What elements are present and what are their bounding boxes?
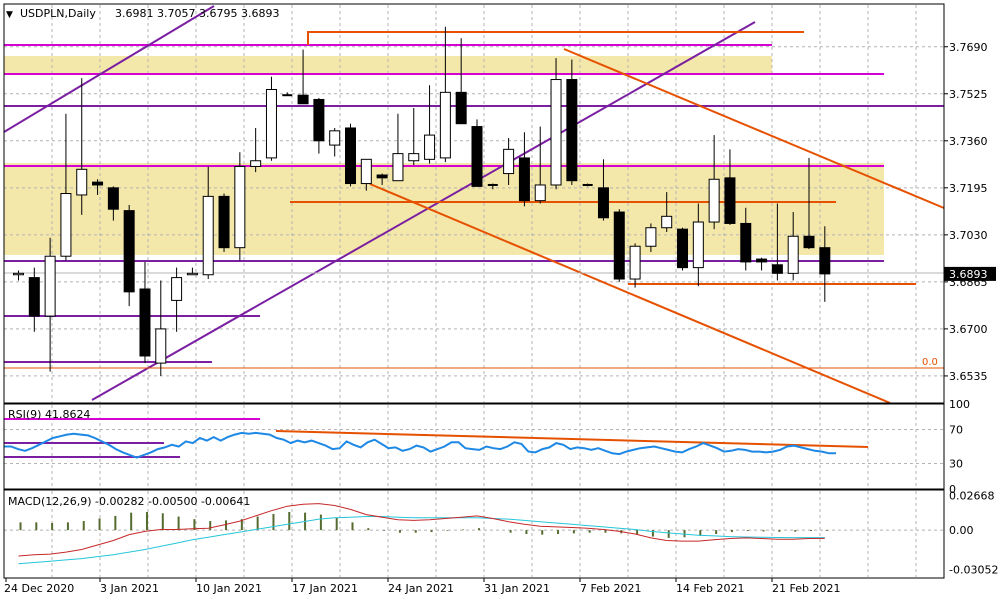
candle-body: [139, 288, 151, 357]
y-tick-label: 3.7030: [949, 229, 988, 242]
y-tick-label: 3.7360: [949, 135, 988, 148]
x-tick-label: 24 Dec 2020: [4, 582, 74, 595]
candle-body: [392, 153, 404, 182]
candle-body: [692, 221, 704, 269]
candle-body: [803, 235, 815, 249]
candle-body: [629, 245, 641, 280]
macd-tick-label: 0.02668: [949, 490, 995, 503]
candle-body: [76, 168, 88, 196]
rsi-tick-label: 30: [949, 458, 963, 471]
candle-body: [408, 153, 420, 162]
candle[interactable]: [218, 193, 230, 252]
candle-body: [550, 79, 562, 186]
candle[interactable]: [345, 123, 357, 187]
candle-body: [424, 134, 436, 160]
candle-body: [518, 157, 530, 202]
candle[interactable]: [582, 183, 593, 187]
candle[interactable]: [677, 227, 689, 271]
candle-body: [155, 328, 167, 364]
macd-title: MACD(12,26,9) -0.00282 -0.00500 -0.00641: [8, 495, 250, 508]
rsi-tick-label: 70: [949, 424, 963, 437]
candle-body: [297, 94, 309, 105]
candle-body: [439, 91, 451, 159]
x-tick-label: 3 Jan 2021: [100, 582, 159, 595]
candle-body: [677, 228, 689, 269]
candle-body: [265, 89, 277, 159]
candle-body: [13, 272, 24, 276]
candle-body: [819, 247, 831, 275]
rsi-tick-label: 100: [949, 398, 970, 411]
candle[interactable]: [613, 209, 625, 282]
symbol-title: USDPLN,Daily: [20, 7, 96, 20]
x-tick-label: 10 Jan 2021: [196, 582, 262, 595]
ohlc-values: 3.6981 3.7057 3.6795 3.6893: [115, 7, 279, 20]
macd-tick-label: -0.03052: [949, 564, 998, 577]
x-tick-label: 21 Feb 2021: [772, 582, 840, 595]
candle-body: [250, 160, 262, 167]
candle-body: [345, 127, 357, 185]
candle-body: [534, 184, 546, 202]
candle-body: [329, 130, 341, 146]
macd-tick-label: 0.00: [949, 524, 974, 537]
candle-body: [503, 148, 515, 175]
candle-body: [92, 181, 104, 186]
candle-body: [771, 264, 783, 274]
x-tick-label: 24 Jan 2021: [388, 582, 454, 595]
candle-body: [313, 98, 325, 142]
current-price-label: 3.6893: [949, 268, 988, 281]
candle-body: [787, 235, 799, 274]
candle-body: [566, 79, 578, 182]
candle-body: [756, 258, 768, 263]
candle-body: [597, 187, 609, 219]
candle-body: [44, 255, 56, 317]
y-tick-label: 3.7195: [949, 182, 988, 195]
x-tick-label: 7 Feb 2021: [580, 582, 641, 595]
trading-chart[interactable]: 3.7690 3.7525 3.7360 3.7195 3.7030 3.6865 3.67…: [0, 0, 1000, 600]
candle-body: [218, 195, 230, 249]
candle-body: [455, 91, 467, 125]
candle-body: [708, 178, 720, 223]
current-price-badge: 3.6893: [944, 266, 996, 281]
candle[interactable]: [265, 76, 277, 161]
candle-body: [28, 277, 40, 317]
x-tick-label: 14 Feb 2021: [676, 582, 744, 595]
collapse-arrow-icon: ▼: [6, 10, 13, 20]
x-tick-label: 17 Jan 2021: [292, 582, 358, 595]
candle[interactable]: [234, 152, 246, 261]
candle-body: [724, 177, 736, 224]
candle-body: [234, 165, 246, 249]
candle-body: [613, 211, 625, 280]
candle-body: [202, 195, 214, 276]
candle-body: [171, 277, 183, 301]
candle[interactable]: [471, 119, 483, 187]
x-tick-label: 31 Jan 2021: [484, 582, 550, 595]
candle-body: [661, 215, 673, 229]
candle-body: [186, 272, 198, 276]
y-tick-label: 3.6535: [949, 370, 988, 383]
candle-body: [740, 222, 752, 263]
candle-body: [376, 174, 388, 179]
fibonacci-level-label: 0.0: [922, 357, 938, 368]
y-tick-label: 3.6700: [949, 323, 988, 336]
candle-body: [471, 126, 483, 187]
y-tick-label: 3.7690: [949, 41, 988, 54]
candle-body: [123, 210, 135, 293]
candle-body: [107, 187, 119, 210]
candle-body: [645, 227, 657, 247]
candle-body: [360, 158, 372, 185]
chart-canvas[interactable]: 3.76903.75253.73603.71953.70303.68653.67…: [0, 0, 1000, 600]
candle[interactable]: [123, 204, 135, 307]
support-zone-band: [4, 163, 884, 255]
y-tick-label: 3.7525: [949, 88, 988, 101]
candle-body: [60, 193, 72, 257]
rsi-title: RSI(9) 41.8624: [8, 408, 90, 421]
